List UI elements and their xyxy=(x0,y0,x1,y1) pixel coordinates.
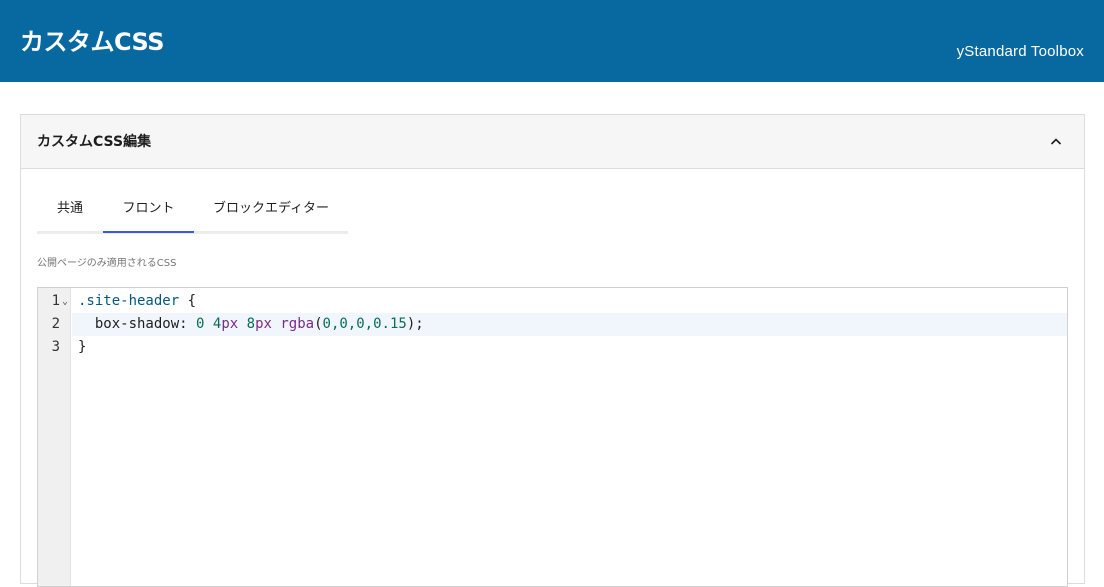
custom-css-panel: カスタムCSS編集 共通 フロント ブロックエディター 公開ページのみ適用される… xyxy=(20,114,1085,587)
chevron-up-icon xyxy=(1050,138,1062,145)
editor-gutter: 1 ⌄ 2 3 xyxy=(38,288,71,586)
code-line-active[interactable]: box-shadow: 0 4px 8px rgba(0,0,0,0.15); xyxy=(72,313,1067,336)
tab-block-editor[interactable]: ブロックエディター xyxy=(194,191,348,233)
css-unit: px xyxy=(221,316,239,332)
tab-list: 共通 フロント ブロックエディター xyxy=(37,191,348,234)
top-bar: カスタムCSS yStandard Toolbox xyxy=(0,0,1104,82)
css-unit: px xyxy=(255,316,272,332)
line-number: 2 xyxy=(51,316,60,332)
css-selector: .site-header xyxy=(78,293,180,309)
css-brace: { xyxy=(179,293,197,309)
css-number: 8 xyxy=(246,316,256,332)
css-function: rgba xyxy=(280,316,315,332)
css-code-editor[interactable]: 1 ⌄ 2 3 .site-header { box-shadow: 0 4px… xyxy=(37,287,1068,587)
css-number: 0 xyxy=(196,316,205,332)
collapse-button[interactable] xyxy=(1044,130,1068,154)
css-property: box-shadow: xyxy=(94,316,197,332)
tab-front[interactable]: フロント xyxy=(103,191,194,233)
code-line[interactable]: } xyxy=(72,336,1067,359)
brand-logo: yStandard Toolbox xyxy=(956,43,1084,60)
css-paren: ); xyxy=(406,316,424,332)
tab-description: 公開ページのみ適用されるCSS xyxy=(37,258,177,269)
css-args: 0,0,0,0.15 xyxy=(322,316,407,332)
line-number: 1 xyxy=(51,293,60,309)
panel-title: カスタムCSS編集 xyxy=(37,134,152,150)
line-number: 3 xyxy=(51,339,60,355)
panel-header[interactable]: カスタムCSS編集 xyxy=(21,115,1084,169)
page-title: カスタムCSS xyxy=(20,28,165,56)
css-paren: ( xyxy=(314,316,323,332)
tab-common[interactable]: 共通 xyxy=(37,191,103,233)
code-line[interactable]: .site-header { xyxy=(72,290,1067,313)
css-brace: } xyxy=(78,339,87,355)
fold-chevron-icon[interactable]: ⌄ xyxy=(60,290,70,313)
